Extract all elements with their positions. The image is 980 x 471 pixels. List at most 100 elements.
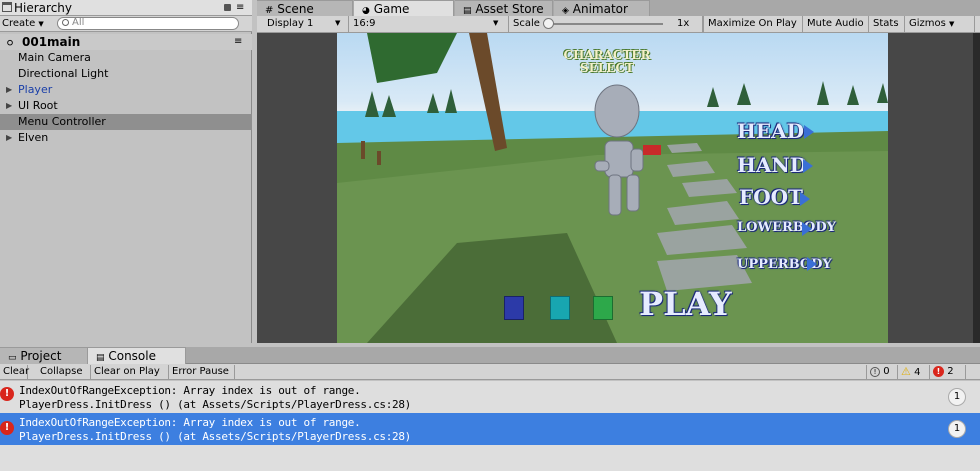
- game-toolbar: Display 1 ▼ 16:9 ▼ Scale 1x Maximize On …: [257, 16, 980, 33]
- arrow-right-icon: [803, 159, 813, 173]
- view-tabs: # Scene ◕ Game ▤ Asset Store ◈ Animator: [257, 0, 980, 16]
- pacman-icon: ◕: [362, 6, 370, 16]
- error-icon: !: [0, 421, 14, 435]
- tab-asset-store[interactable]: ▤ Asset Store: [455, 0, 553, 16]
- hierarchy-item-elven[interactable]: ▶ Elven: [0, 130, 252, 146]
- gizmos-dropdown[interactable]: Gizmos ▼: [905, 16, 975, 32]
- tab-scene-label: Scene: [277, 2, 314, 16]
- menu-upperbody-button[interactable]: UPPERBODY: [737, 257, 832, 272]
- hierarchy-item-label: Main Camera: [18, 51, 91, 64]
- scene-menu-icon[interactable]: ≡: [234, 34, 242, 50]
- console-message-row-selected[interactable]: ! IndexOutOfRangeException: Array index …: [0, 413, 980, 445]
- mute-label: Mute Audio: [807, 18, 864, 29]
- scale-control[interactable]: Scale 1x: [509, 16, 703, 32]
- game-viewport[interactable]: CHARACTER SELECT HEAD HAND FOOT LOWERBOD…: [337, 33, 888, 343]
- chevron-down-icon: ▼: [38, 20, 44, 28]
- chevron-down-icon: ▼: [493, 19, 499, 27]
- hierarchy-item-directional-light[interactable]: Directional Light: [0, 66, 252, 82]
- color-swatch-blue[interactable]: [504, 296, 524, 320]
- collapse-label: Collapse: [40, 366, 83, 377]
- info-count: 0: [883, 366, 890, 377]
- console-icon: ▤: [96, 353, 105, 363]
- hierarchy-item-main-camera[interactable]: Main Camera: [0, 50, 252, 66]
- info-filter-toggle[interactable]: ! 0: [866, 365, 898, 379]
- hierarchy-tab[interactable]: Hierarchy ≡: [0, 0, 252, 16]
- mute-audio-toggle[interactable]: Mute Audio: [803, 16, 869, 32]
- hierarchy-search-field[interactable]: All: [57, 17, 239, 30]
- character-select-title: CHARACTER SELECT: [547, 49, 667, 75]
- tab-console[interactable]: ▤ Console: [88, 347, 186, 364]
- console-message-row[interactable]: ! IndexOutOfRangeException: Array index …: [0, 381, 980, 413]
- maximize-on-play-toggle[interactable]: Maximize On Play: [703, 16, 803, 32]
- hierarchy-item-menu-controller[interactable]: Menu Controller: [0, 114, 252, 130]
- search-input[interactable]: All: [72, 17, 84, 28]
- aspect-label: 16:9: [353, 18, 376, 29]
- lock-icon[interactable]: [224, 4, 231, 11]
- search-icon: [62, 19, 69, 26]
- error-pause-label: Error Pause: [172, 366, 229, 377]
- message-line-2: PlayerDress.InitDress () (at Assets/Scri…: [19, 430, 411, 443]
- hierarchy-item-label: Elven: [18, 131, 49, 144]
- error-icon: !: [933, 366, 944, 377]
- menu-foot-label: FOOT: [739, 185, 803, 209]
- menu-lowerbody-button[interactable]: LOWERBODY: [737, 220, 836, 235]
- expand-arrow-icon[interactable]: ▶: [6, 82, 12, 98]
- scale-slider-thumb[interactable]: [543, 18, 554, 29]
- collapse-toggle[interactable]: Collapse: [37, 365, 91, 379]
- color-swatch-green[interactable]: [593, 296, 613, 320]
- store-icon: ▤: [463, 6, 472, 16]
- scene-name: 001main: [22, 35, 81, 49]
- tab-animator-label: Animator: [572, 2, 628, 16]
- menu-head-button[interactable]: HEAD: [737, 119, 804, 143]
- stats-toggle[interactable]: Stats: [869, 16, 905, 32]
- menu-foot-button[interactable]: FOOT: [739, 185, 803, 209]
- hierarchy-icon: [2, 2, 12, 12]
- tab-game[interactable]: ◕ Game: [354, 0, 454, 16]
- hierarchy-item-ui-root[interactable]: ▶ UI Root: [0, 98, 252, 114]
- title-line-2: SELECT: [580, 61, 634, 75]
- message-line-1: IndexOutOfRangeException: Array index is…: [19, 384, 361, 397]
- message-count-badge: 1: [948, 388, 966, 406]
- color-swatch-teal[interactable]: [550, 296, 570, 320]
- aspect-dropdown[interactable]: 16:9 ▼: [349, 16, 509, 32]
- tab-project-label: Project: [20, 349, 62, 363]
- error-pause-toggle[interactable]: Error Pause: [169, 365, 235, 379]
- hierarchy-item-label: Player: [18, 83, 53, 96]
- scale-label: Scale: [513, 18, 540, 29]
- tab-scene[interactable]: # Scene: [257, 0, 353, 16]
- warning-icon: ⚠: [901, 365, 911, 378]
- display-label: Display 1: [267, 18, 314, 29]
- menu-head-label: HEAD: [737, 119, 805, 143]
- hierarchy-item-label: Directional Light: [18, 67, 109, 80]
- message-line-1: IndexOutOfRangeException: Array index is…: [19, 416, 361, 429]
- expand-arrow-icon[interactable]: ▶: [6, 98, 12, 114]
- clear-button[interactable]: Clear: [0, 365, 29, 379]
- hierarchy-panel: Hierarchy ≡ Create ▼ All ⚪ 001main ≡ Mai…: [0, 0, 252, 343]
- scale-value: 1x: [677, 18, 690, 29]
- display-dropdown[interactable]: Display 1 ▼: [257, 16, 349, 32]
- hierarchy-tab-label: Hierarchy: [14, 1, 73, 15]
- error-filter-toggle[interactable]: ! 2: [930, 365, 966, 379]
- grid-icon: #: [265, 5, 274, 16]
- create-label: Create: [2, 18, 36, 29]
- menu-lowerbody-label: LOWERBODY: [737, 220, 836, 235]
- tab-game-label: Game: [373, 2, 410, 16]
- clear-on-play-toggle[interactable]: Clear on Play: [91, 365, 169, 379]
- tab-project[interactable]: ▭ Project: [0, 347, 88, 364]
- hierarchy-item-label: Menu Controller: [18, 115, 106, 128]
- panel-menu-icon[interactable]: ≡: [236, 2, 244, 13]
- warning-filter-toggle[interactable]: ⚠ 4: [898, 365, 930, 379]
- play-button[interactable]: PLAY: [639, 285, 732, 323]
- scale-slider-track[interactable]: [549, 23, 663, 25]
- folder-icon: ▭: [8, 353, 17, 363]
- message-line-2: PlayerDress.InitDress () (at Assets/Scri…: [19, 398, 411, 411]
- create-dropdown[interactable]: Create ▼: [0, 16, 46, 32]
- arrow-right-icon: [807, 257, 817, 271]
- arrow-right-icon: [800, 192, 810, 206]
- chevron-down-icon: ▼: [949, 20, 955, 28]
- hierarchy-item-player[interactable]: ▶ Player: [0, 82, 252, 98]
- scene-row[interactable]: ⚪ 001main ≡: [0, 34, 252, 50]
- menu-hand-button[interactable]: HAND: [737, 153, 807, 177]
- tab-animator[interactable]: ◈ Animator: [554, 0, 650, 16]
- expand-arrow-icon[interactable]: ▶: [6, 130, 12, 146]
